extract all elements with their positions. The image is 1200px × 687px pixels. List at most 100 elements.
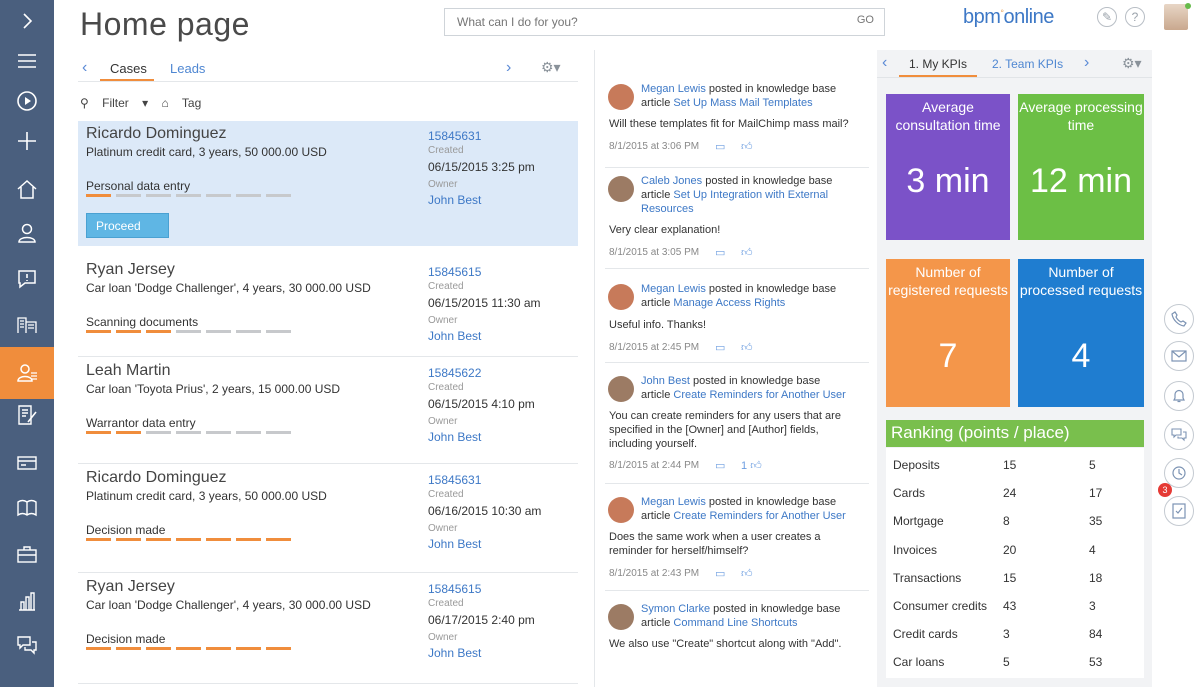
comment-button[interactable]: ▭ <box>715 140 725 153</box>
user-avatar[interactable] <box>1164 4 1188 30</box>
case-number-link[interactable]: 15845631 <box>428 473 481 487</box>
case-number-link[interactable]: 15845615 <box>428 265 481 279</box>
case-created-date: 06/16/2015 10:30 am <box>428 504 542 518</box>
sidebar-item-products[interactable] <box>0 443 54 483</box>
sidebar-item-projects[interactable] <box>0 534 54 574</box>
sidebar-item-contacts[interactable] <box>0 213 54 253</box>
sidebar-menu-button[interactable] <box>0 41 54 81</box>
bell-button[interactable] <box>1164 381 1194 411</box>
kpi-tile-value: 7 <box>938 337 958 375</box>
sidebar-add-button[interactable] <box>0 121 54 161</box>
like-button[interactable]: 👍︎ <box>741 140 753 153</box>
gear-icon[interactable]: ⚙▾ <box>541 59 561 76</box>
author-link[interactable]: Megan Lewis <box>641 496 706 508</box>
case-contact-name[interactable]: Ricardo Dominguez <box>86 125 227 143</box>
proceed-button[interactable]: Proceed <box>86 213 169 238</box>
tabs-next-arrow[interactable]: › <box>506 59 511 77</box>
sidebar-item-accounts[interactable] <box>0 304 54 344</box>
case-contact-name[interactable]: Leah Martin <box>86 362 171 380</box>
author-link[interactable]: Caleb Jones <box>641 175 702 187</box>
case-owner-link[interactable]: John Best <box>428 537 481 551</box>
kpi-tabs-next-arrow[interactable]: › <box>1084 54 1089 72</box>
author-avatar[interactable] <box>608 84 634 110</box>
owner-label: Owner <box>428 523 458 534</box>
case-contact-name[interactable]: Ryan Jersey <box>86 261 175 279</box>
search-input[interactable] <box>445 9 845 35</box>
comment-button[interactable]: ▭ <box>715 246 725 259</box>
post-header: Caleb Jones posted in knowledge base arti… <box>641 174 866 216</box>
kpi-tile[interactable]: Number of processed requests 4 <box>1018 259 1144 407</box>
case-card[interactable]: Ryan Jersey Car loan 'Dodge Challenger', … <box>78 574 578 684</box>
comment-button[interactable]: ▭ <box>715 459 725 472</box>
search-bar[interactable]: GO <box>444 8 885 36</box>
sidebar-item-chat[interactable] <box>0 625 54 665</box>
author-link[interactable]: Megan Lewis <box>641 283 706 295</box>
kpi-tile[interactable]: Number of registered requests 7 <box>886 259 1010 407</box>
feed-post: Caleb Jones posted in knowledge base arti… <box>605 172 869 269</box>
kpi-tile[interactable]: Average processing time 12 min <box>1018 94 1144 240</box>
case-contact-name[interactable]: Ryan Jersey <box>86 578 175 596</box>
sidebar-item-feedback[interactable] <box>0 259 54 299</box>
sidebar-item-cases[interactable] <box>0 347 54 399</box>
case-number-link[interactable]: 15845631 <box>428 129 481 143</box>
author-avatar[interactable] <box>608 376 634 402</box>
comment-button[interactable]: ▭ <box>715 341 725 354</box>
like-button[interactable]: 👍︎ <box>741 246 753 259</box>
tab-cases[interactable]: Cases <box>110 61 147 76</box>
article-link[interactable]: Create Reminders for Another User <box>673 389 845 401</box>
author-link[interactable]: Megan Lewis <box>641 83 706 95</box>
sidebar-item-knowledge-base[interactable] <box>0 488 54 528</box>
author-link[interactable]: Symon Clarke <box>641 603 710 615</box>
article-link[interactable]: Command Line Shortcuts <box>673 617 797 629</box>
feed-post: Megan Lewis posted in knowledge base arti… <box>605 80 869 168</box>
case-number-link[interactable]: 15845622 <box>428 366 481 380</box>
sidebar-item-documents[interactable] <box>0 395 54 435</box>
comment-button[interactable]: ▭ <box>715 567 725 580</box>
case-number-link[interactable]: 15845615 <box>428 582 481 596</box>
like-button[interactable]: 1 👍︎ <box>741 459 762 472</box>
sidebar-item-home[interactable] <box>0 169 54 209</box>
tab-team-kpis[interactable]: 2. Team KPIs <box>992 57 1063 71</box>
author-link[interactable]: John Best <box>641 375 690 387</box>
case-card[interactable]: Ricardo Dominguez Platinum credit card, 3… <box>78 121 578 246</box>
article-link[interactable]: Set Up Integration with External Resourc… <box>641 189 828 215</box>
tag-button[interactable]: ⌂ Tag <box>162 96 212 110</box>
sidebar-item-dashboards[interactable] <box>0 581 54 621</box>
case-contact-name[interactable]: Ricardo Dominguez <box>86 469 227 487</box>
stage-segment <box>146 538 171 541</box>
case-card[interactable]: Ricardo Dominguez Platinum credit card, 3… <box>78 465 578 573</box>
author-avatar[interactable] <box>608 604 634 630</box>
author-avatar[interactable] <box>608 176 634 202</box>
phone-button[interactable] <box>1164 304 1194 334</box>
case-description: Car loan 'Toyota Prius', 2 years, 15 000… <box>86 382 341 396</box>
kpi-tabs-prev-arrow[interactable]: ‹ <box>882 54 887 72</box>
case-owner-link[interactable]: John Best <box>428 646 481 660</box>
gear-icon[interactable]: ⚙▾ <box>1122 55 1142 72</box>
sidebar-collapse-button[interactable] <box>0 1 54 41</box>
chat-button[interactable] <box>1164 420 1194 450</box>
like-button[interactable]: 👍︎ <box>741 341 753 354</box>
mail-button[interactable] <box>1164 341 1194 371</box>
case-card[interactable]: Ryan Jersey Car loan 'Dodge Challenger', … <box>78 257 578 357</box>
tab-leads[interactable]: Leads <box>170 61 205 76</box>
author-avatar[interactable] <box>608 284 634 310</box>
kpi-tile[interactable]: Average consultation time 3 min <box>886 94 1010 240</box>
tasks-button[interactable] <box>1164 496 1194 526</box>
case-card[interactable]: Leah Martin Car loan 'Toyota Prius', 2 ye… <box>78 358 578 464</box>
article-link[interactable]: Manage Access Rights <box>673 297 785 309</box>
tab-my-kpis[interactable]: 1. My KPIs <box>909 57 967 71</box>
help-button[interactable]: ? <box>1125 7 1145 27</box>
article-link[interactable]: Set Up Mass Mail Templates <box>673 97 812 109</box>
like-button[interactable]: 👍︎ <box>741 567 753 580</box>
article-link[interactable]: Create Reminders for Another User <box>673 510 845 522</box>
case-owner-link[interactable]: John Best <box>428 193 481 207</box>
help-icon: ? <box>1131 10 1139 24</box>
search-go-button[interactable]: GO <box>857 14 874 26</box>
filter-button[interactable]: ⚲ Filter ▾ <box>80 96 148 110</box>
case-owner-link[interactable]: John Best <box>428 329 481 343</box>
author-avatar[interactable] <box>608 497 634 523</box>
tabs-prev-arrow[interactable]: ‹ <box>82 59 87 77</box>
case-owner-link[interactable]: John Best <box>428 430 481 444</box>
sidebar-process-button[interactable] <box>0 81 54 121</box>
settings-button[interactable]: ✎ <box>1097 7 1117 27</box>
